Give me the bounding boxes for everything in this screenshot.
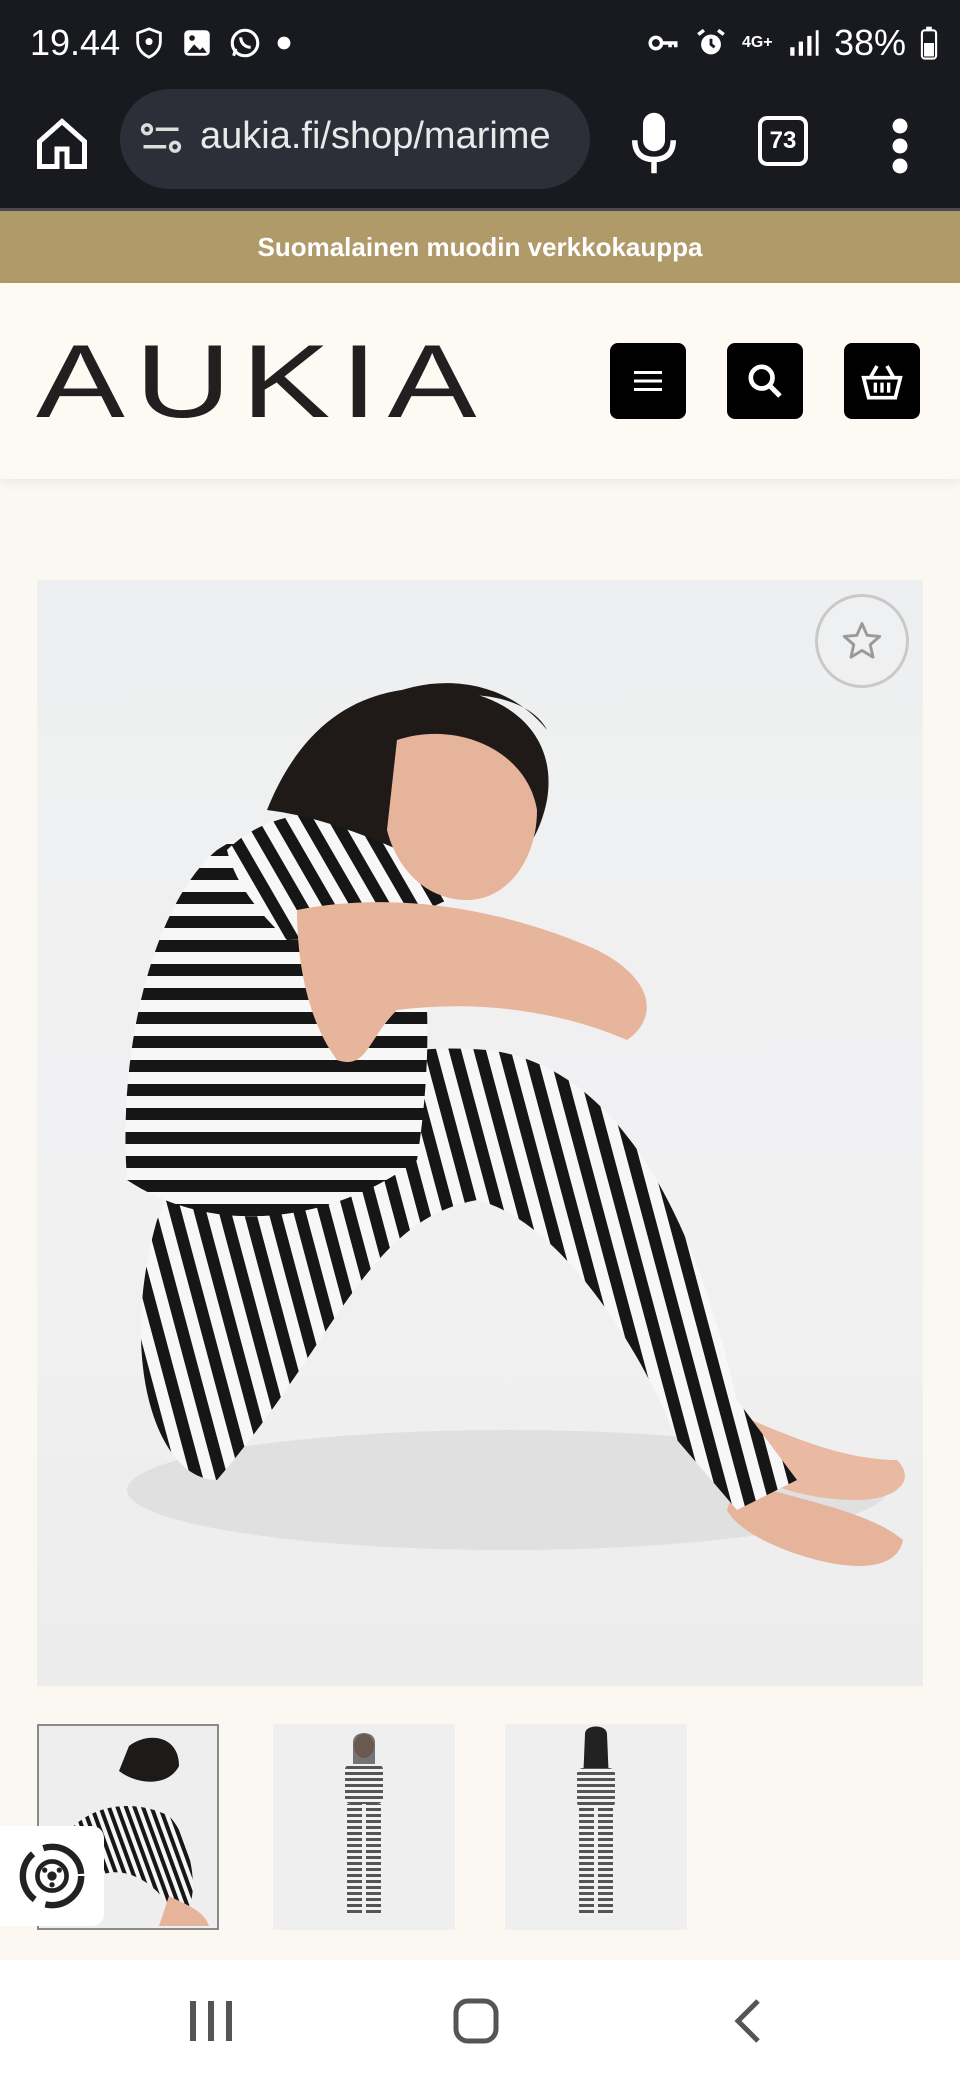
browser-toolbar: aukia.fi/shop/marime 73 <box>0 89 960 211</box>
system-navigation-bar <box>0 1960 960 2080</box>
basket-icon <box>861 365 903 400</box>
site-header: AUKIA <box>0 283 960 479</box>
home-nav-icon[interactable] <box>446 1996 506 2046</box>
back-icon[interactable] <box>720 1996 780 2046</box>
thumbnail-3-image <box>505 1724 687 1930</box>
whatsapp-icon <box>230 28 260 58</box>
signal-icon <box>790 30 819 56</box>
more-options-icon[interactable] <box>888 116 912 176</box>
thumbnail-strip <box>37 1724 923 1934</box>
url-text: aukia.fi/shop/marime <box>200 115 551 157</box>
battery-icon <box>920 26 938 60</box>
basket-button[interactable] <box>844 343 920 419</box>
tab-switcher-button[interactable]: 73 <box>758 116 808 166</box>
status-bar: 19.44 4G+ 38% <box>0 0 960 92</box>
alarm-icon <box>697 28 725 55</box>
dot-icon <box>277 36 291 50</box>
microphone-icon[interactable] <box>632 110 676 176</box>
product-image[interactable] <box>37 580 923 1686</box>
address-bar[interactable]: aukia.fi/shop/marime <box>120 89 590 189</box>
announcement-banner: Suomalainen muodin verkkokauppa <box>0 211 960 283</box>
site-settings-icon[interactable] <box>140 119 182 157</box>
network-type: 4G+ <box>741 34 773 51</box>
gallery-icon <box>184 30 210 56</box>
status-time: 19.44 <box>30 22 121 63</box>
menu-button[interactable] <box>610 343 686 419</box>
accessibility-icon <box>19 1843 85 1909</box>
battery-percent: 38% <box>833 22 906 63</box>
thumbnail-2[interactable] <box>273 1724 455 1930</box>
home-icon[interactable] <box>32 114 92 174</box>
accessibility-button[interactable] <box>0 1826 104 1926</box>
site-logo[interactable]: AUKIA <box>36 323 487 442</box>
product-photo-illustration <box>125 683 905 1566</box>
recent-apps-icon[interactable] <box>180 1996 240 2046</box>
thumbnail-2-image <box>273 1724 455 1930</box>
thumbnail-3[interactable] <box>505 1724 687 1930</box>
hamburger-icon <box>634 371 662 391</box>
favorite-button[interactable] <box>815 594 909 688</box>
shield-icon <box>136 27 162 59</box>
search-button[interactable] <box>727 343 803 419</box>
vpn-key-icon <box>648 35 678 51</box>
star-icon <box>842 622 882 659</box>
search-icon <box>748 364 782 398</box>
